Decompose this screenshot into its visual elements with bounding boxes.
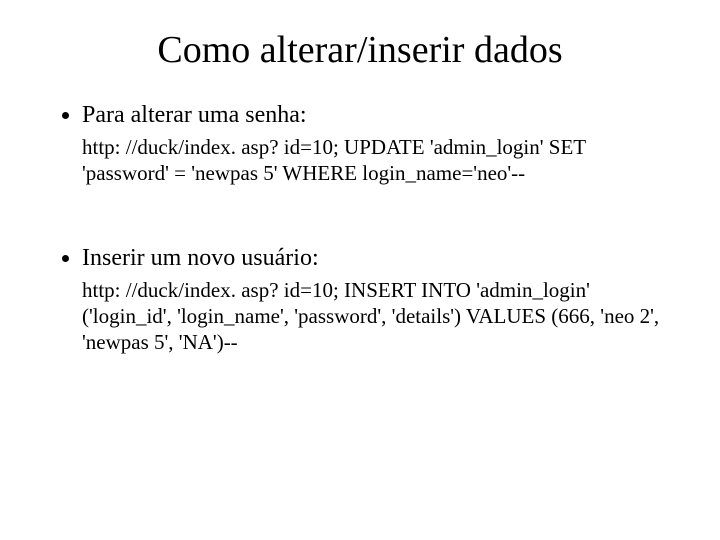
slide-title: Como alterar/inserir dados bbox=[60, 28, 660, 72]
bullet-list: Para alterar uma senha: http: //duck/ind… bbox=[60, 100, 660, 187]
slide: Como alterar/inserir dados Para alterar … bbox=[0, 0, 720, 540]
bullet-label-1: Para alterar uma senha: bbox=[82, 102, 307, 128]
bullet-item-2: Inserir um novo usuário: http: //duck/in… bbox=[82, 243, 660, 356]
code-block-1: http: //duck/index. asp? id=10; UPDATE '… bbox=[82, 134, 660, 187]
bullet-item-1: Para alterar uma senha: http: //duck/ind… bbox=[82, 100, 660, 187]
bullet-list-2: Inserir um novo usuário: http: //duck/in… bbox=[60, 243, 660, 356]
code-block-2: http: //duck/index. asp? id=10; INSERT I… bbox=[82, 277, 660, 356]
spacer bbox=[60, 193, 660, 243]
bullet-label-2: Inserir um novo usuário: bbox=[82, 245, 319, 271]
